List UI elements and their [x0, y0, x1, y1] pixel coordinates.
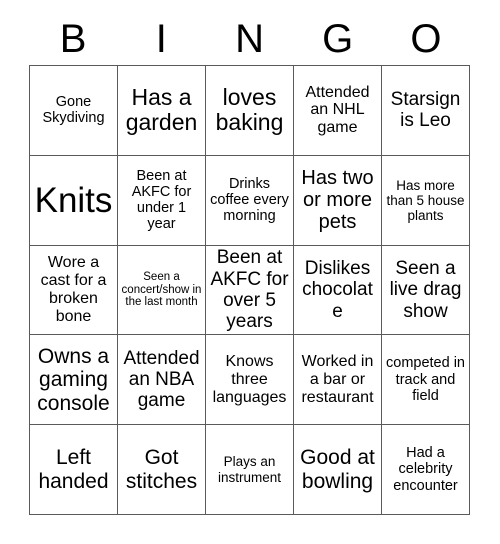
bingo-cell[interactable]: Attended an NHL game [294, 66, 382, 156]
bingo-cell-label: Been at AKFC for under 1 year [131, 167, 192, 233]
bingo-cell-label: Worked in a bar or restaurant [301, 352, 374, 406]
bingo-cell-label: competed in track and field [386, 355, 465, 404]
bingo-cell[interactable]: Dislikes chocolate [294, 245, 382, 336]
bingo-cell[interactable]: Been at AKFC for over 5 years [206, 245, 294, 336]
bingo-cell-label: Attended an NBA game [123, 347, 200, 412]
bingo-cell-label: Owns a gaming console [37, 344, 110, 415]
bingo-cell-label: Has a garden [125, 83, 198, 136]
bingo-cell[interactable]: Good at bowling [294, 425, 382, 515]
bingo-cell-label: Gone Skydiving [42, 94, 105, 127]
bingo-cell[interactable]: Seen a concert/show in the last month [118, 245, 206, 336]
bingo-cell-label: Knows three languages [212, 352, 287, 406]
bingo-row: Owns a gaming console Attended an NBA ga… [30, 335, 470, 426]
bingo-cell[interactable]: Wore a cast for a broken bone [30, 245, 118, 336]
bingo-cell[interactable]: Got stitches [118, 425, 206, 515]
bingo-cell-label: Attended an NHL game [305, 83, 370, 137]
bingo-cell[interactable]: Has two or more pets [294, 155, 382, 246]
bingo-cell-label: Starsign is Leo [390, 89, 461, 132]
bingo-cell-label: Has two or more pets [301, 166, 374, 234]
bingo-cell[interactable]: Seen a live drag show [382, 245, 470, 336]
bingo-row: Left handed Got stitches Plays an instru… [30, 425, 470, 515]
bingo-cell-label: Knits [34, 180, 113, 220]
bingo-cell[interactable]: Left handed [30, 425, 118, 515]
bingo-cell-label: Dislikes chocolate [302, 258, 373, 322]
bingo-row: Gone Skydiving Has a garden loves baking… [30, 66, 470, 156]
bingo-cell[interactable]: Been at AKFC for under 1 year [118, 155, 206, 246]
bingo-cell[interactable]: loves baking [206, 66, 294, 156]
bingo-cell-label: Good at bowling [300, 446, 375, 493]
bingo-cell[interactable]: competed in track and field [382, 335, 470, 426]
bingo-cell[interactable]: Attended an NBA game [118, 335, 206, 426]
bingo-row: Wore a cast for a broken bone Seen a con… [30, 245, 470, 336]
bingo-cell-label: Seen a live drag show [389, 258, 462, 322]
bingo-row: Knits Been at AKFC for under 1 year Drin… [30, 155, 470, 246]
bingo-cell-label: Plays an instrument [217, 454, 282, 485]
header-letter-b: B [59, 17, 87, 61]
bingo-cell-label: Seen a concert/show in the last month [121, 270, 202, 309]
bingo-grid: Gone Skydiving Has a garden loves baking… [29, 65, 470, 515]
bingo-cell-label: loves baking [215, 83, 284, 136]
bingo-header: B I N G O [29, 14, 470, 64]
bingo-cell[interactable]: Had a celebrity encounter [382, 425, 470, 515]
bingo-cell[interactable]: Plays an instrument [206, 425, 294, 515]
bingo-cell-label: Had a celebrity encounter [393, 445, 458, 494]
bingo-card: B I N G O Gone Skydiving Has a garden lo… [0, 0, 500, 544]
header-letter-i: I [155, 17, 167, 61]
bingo-cell-label: Wore a cast for a broken bone [40, 254, 107, 325]
bingo-cell[interactable]: Starsign is Leo [382, 66, 470, 156]
bingo-cell-label: Got stitches [125, 446, 198, 493]
bingo-cell[interactable]: Has more than 5 house plants [382, 155, 470, 246]
bingo-cell-label: Drinks coffee every morning [210, 175, 289, 225]
bingo-cell[interactable]: Gone Skydiving [30, 66, 118, 156]
bingo-cell-label: Left handed [38, 446, 109, 493]
header-letter-g: G [322, 17, 354, 61]
bingo-cell[interactable]: Knits [30, 155, 118, 246]
bingo-cell[interactable]: Drinks coffee every morning [206, 155, 294, 246]
bingo-cell-label: Been at AKFC for over 5 years [210, 247, 289, 333]
bingo-cell[interactable]: Worked in a bar or restaurant [294, 335, 382, 426]
header-letter-o: O [410, 17, 442, 61]
bingo-cell[interactable]: Owns a gaming console [30, 335, 118, 426]
bingo-cell[interactable]: Knows three languages [206, 335, 294, 426]
bingo-cell-label: Has more than 5 house plants [386, 177, 465, 223]
bingo-cell[interactable]: Has a garden [118, 66, 206, 156]
header-letter-n: N [235, 17, 264, 61]
